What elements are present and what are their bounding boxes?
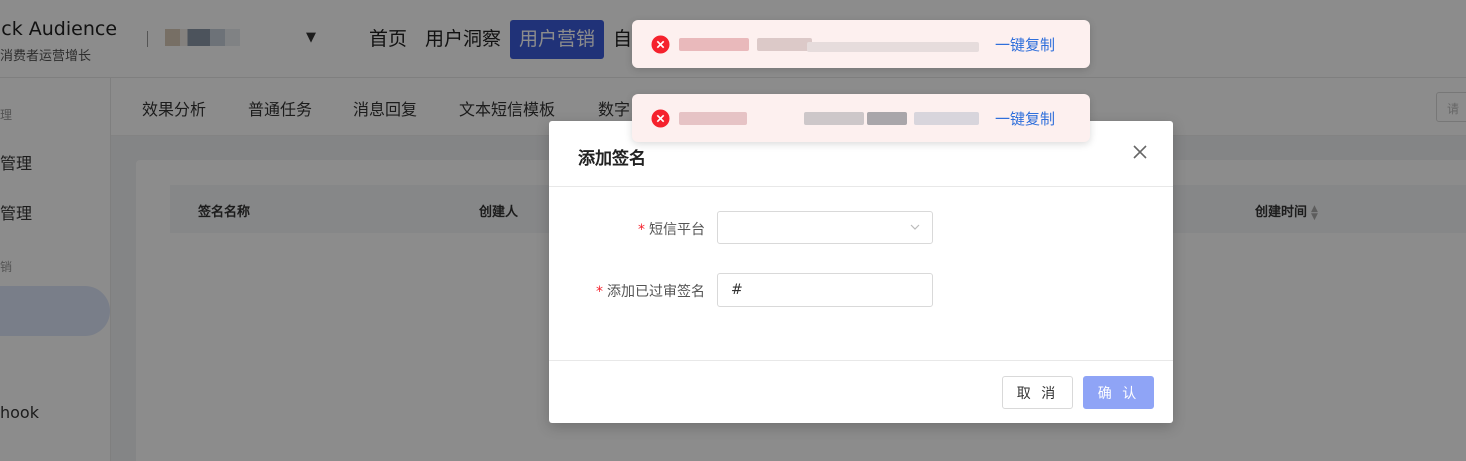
cancel-button[interactable]: 取 消 — [1002, 376, 1073, 409]
toast-message-redacted — [679, 33, 979, 55]
error-icon — [651, 109, 670, 128]
copy-link[interactable]: 一键复制 — [995, 34, 1055, 55]
signature-field-label: * 添加已过审签名 — [596, 281, 705, 301]
dialog-footer: 取 消 确 认 — [549, 360, 1173, 423]
add-signature-dialog: 添加签名 *短信平台 *添加已过审签名 取 消 确 认 — [549, 121, 1173, 423]
platform-field-label: * 短信平台 — [638, 219, 705, 239]
required-mark: * — [638, 222, 645, 238]
error-toast: 一键复制 — [632, 94, 1090, 142]
copy-link[interactable]: 一键复制 — [995, 108, 1055, 129]
toast-message-redacted — [679, 107, 979, 129]
required-mark: * — [596, 284, 603, 300]
signature-label-text: 添加已过审签名 — [607, 284, 705, 300]
dialog-title: 添加签名 — [578, 149, 646, 169]
signature-input[interactable] — [717, 273, 933, 307]
confirm-button[interactable]: 确 认 — [1083, 376, 1154, 409]
error-toast: 一键复制 — [632, 20, 1090, 68]
close-icon[interactable] — [1129, 141, 1151, 163]
sms-platform-select[interactable] — [717, 211, 933, 244]
chevron-down-icon — [910, 224, 920, 230]
platform-label-text: 短信平台 — [649, 222, 705, 238]
error-icon — [651, 35, 670, 54]
